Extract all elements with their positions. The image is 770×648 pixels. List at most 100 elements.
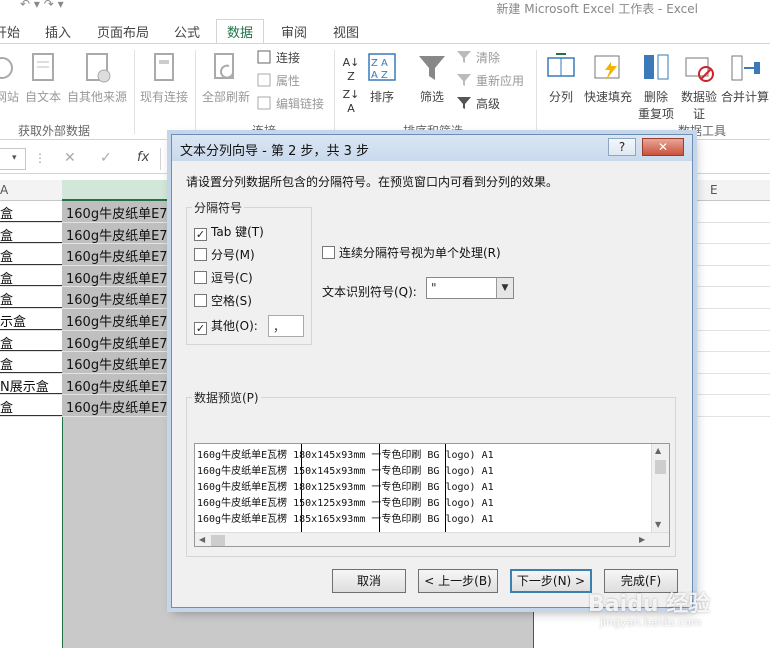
data-validation-label-2: 证 [692, 107, 705, 121]
ribbon: 网站 自文本 自其他来源 现有连接 获取外部数据 全部刷新 连接 属性 编辑链接… [0, 43, 770, 140]
more-options-icon: ⋮ [34, 151, 46, 165]
connections-button[interactable]: 连接 [256, 48, 300, 68]
consolidate-label: 合并计算 [720, 90, 769, 104]
cell-a[interactable]: 示盒 [0, 309, 62, 330]
cell-b[interactable]: 160g牛皮纸单E7 [62, 395, 172, 416]
edit-links-label: 编辑链接 [276, 97, 325, 111]
scroll-down-icon[interactable]: ▼ [655, 520, 661, 529]
cell-a[interactable]: 盒 [0, 244, 62, 265]
data-validation-label-1: 数据验 [680, 90, 717, 104]
column-header-a[interactable]: A [0, 183, 8, 197]
cell-b[interactable]: 160g牛皮纸单E7 [62, 330, 172, 352]
name-box-dropdown-icon[interactable]: ▾ [12, 153, 17, 163]
tab-home[interactable]: 开始 [0, 22, 20, 41]
cell-b[interactable]: 160g牛皮纸单E7 [62, 373, 172, 395]
scroll-left-icon[interactable]: ◀ [199, 535, 205, 544]
edit-links-button[interactable]: 编辑链接 [256, 94, 324, 114]
insert-function-icon[interactable]: fx [137, 150, 149, 165]
instruction-text: 请设置分列数据所包含的分隔符号。在预览窗口内可看到分列的效果。 [186, 175, 559, 189]
other-delimiter-input[interactable]: ， [268, 315, 304, 337]
cell-b[interactable]: 160g牛皮纸单E7 [62, 309, 172, 330]
sort-za-icon: Z↓ A [342, 88, 360, 115]
next-button[interactable]: 下一步(N) > [510, 569, 592, 593]
chevron-down-icon[interactable]: ▼ [496, 278, 513, 298]
cell-a[interactable]: 盒 [0, 395, 62, 416]
tab-formulas[interactable]: 公式 [174, 22, 200, 41]
scrollbar-thumb[interactable] [655, 460, 666, 474]
cell-b[interactable]: 160g牛皮纸单E7 [62, 287, 172, 308]
advanced-button[interactable]: 高级 [456, 94, 500, 114]
filter-button[interactable]: 筛选 [414, 52, 450, 105]
flash-fill-icon [593, 52, 623, 84]
data-preview-area[interactable]: 160g牛皮纸单E瓦楞 180x145x93mm 一专色印刷 BG logo) … [194, 443, 670, 547]
reapply-label: 重新应用 [476, 74, 525, 88]
space-checkbox[interactable]: 空格(S) [194, 293, 252, 311]
data-validation-button[interactable]: 数据验 证 [678, 52, 720, 122]
preview-horizontal-scrollbar[interactable]: ◀ ▶ [195, 532, 669, 546]
consecutive-delimiters-checkbox[interactable]: 连续分隔符号视为单个处理(R) [322, 245, 501, 263]
text-to-columns-icon [546, 52, 576, 84]
properties-button[interactable]: 属性 [256, 71, 300, 91]
text-to-columns-dialog: 文本分列向导 - 第 2 步，共 3 步 ? ✕ 请设置分列数据所包含的分隔符号… [171, 134, 693, 608]
cell-a[interactable]: 盒 [0, 266, 62, 287]
title-bar: ↶ ▾ ↷ ▾ 新建 Microsoft Excel 工作表 - Excel [0, 0, 770, 16]
cell-b[interactable]: 160g牛皮纸单E7 [62, 265, 172, 287]
existing-connections-button[interactable]: 现有连接 [138, 52, 190, 105]
tab-checkbox[interactable]: ✓ Tab 键(T) [194, 224, 264, 242]
tab-view[interactable]: 视图 [333, 22, 359, 41]
checkbox-box [194, 294, 207, 307]
other-checkbox[interactable]: ✓ 其他(O): [194, 318, 258, 336]
semicolon-checkbox[interactable]: 分号(M) [194, 247, 255, 265]
preview-vertical-scrollbar[interactable]: ▲ ▼ [651, 444, 669, 532]
tab-review[interactable]: 审阅 [281, 22, 307, 41]
text-to-columns-button[interactable]: 分列 [542, 52, 580, 105]
svg-text:Z A: Z A [371, 58, 388, 69]
cell-b[interactable]: 160g牛皮纸单E7 [62, 244, 172, 265]
cell-b[interactable]: 160g牛皮纸单E7 [62, 222, 172, 244]
back-button[interactable]: < 上一步(B) [418, 569, 498, 593]
flash-fill-button[interactable]: 快速填充 [583, 52, 633, 105]
tab-page-layout[interactable]: 页面布局 [97, 22, 149, 41]
cell-a[interactable]: N展示盒 [0, 374, 62, 395]
scroll-up-icon[interactable]: ▲ [655, 446, 661, 455]
cell-a[interactable]: 盒 [0, 331, 62, 352]
tab-insert[interactable]: 插入 [45, 22, 71, 41]
cell-a[interactable]: 盒 [0, 201, 62, 222]
from-web-button[interactable]: 网站 [0, 52, 22, 105]
cell-b[interactable]: 160g牛皮纸单E7 [62, 201, 172, 222]
from-text-button[interactable]: 自文本 [24, 52, 62, 105]
cell-a[interactable]: 盒 [0, 352, 62, 373]
help-button[interactable]: ? [608, 138, 636, 156]
from-other-sources-label: 自其他来源 [66, 90, 127, 104]
watermark-logo: Baidu 经验 [588, 592, 711, 617]
close-button[interactable]: ✕ [642, 138, 684, 156]
data-validation-icon [684, 52, 714, 84]
from-text-label: 自文本 [24, 90, 61, 104]
clear-label: 清除 [476, 51, 501, 65]
refresh-icon [211, 52, 241, 84]
refresh-all-button[interactable]: 全部刷新 [200, 52, 252, 105]
sort-za-button[interactable]: Z↓ A [340, 88, 362, 116]
scroll-right-icon[interactable]: ▶ [639, 535, 645, 544]
scrollbar-thumb[interactable] [211, 535, 225, 546]
cell-a[interactable]: 盒 [0, 287, 62, 308]
reapply-button[interactable]: 重新应用 [456, 71, 524, 91]
tab-data[interactable]: 数据 [216, 19, 265, 44]
from-other-sources-button[interactable]: 自其他来源 [66, 52, 128, 105]
comma-checkbox[interactable]: 逗号(C) [194, 270, 253, 288]
remove-duplicates-button[interactable]: 删除 重复项 [636, 52, 676, 122]
cancel-button[interactable]: 取消 [332, 569, 406, 593]
clear-button[interactable]: 清除 [456, 48, 500, 68]
cancel-entry-icon[interactable]: ✕ [64, 150, 76, 166]
name-box[interactable]: ▾ [0, 148, 26, 170]
semicolon-checkbox-label: 分号(M) [211, 248, 255, 262]
cell-b[interactable]: 160g牛皮纸单E7 [62, 352, 172, 373]
confirm-entry-icon[interactable]: ✓ [100, 150, 112, 166]
consolidate-button[interactable]: 合并计算 [720, 52, 770, 105]
undo-redo-icon[interactable]: ↶ ▾ ↷ ▾ [20, 0, 64, 11]
column-header-e[interactable]: E [710, 183, 718, 197]
sort-az-icon: A↓ Z [342, 56, 360, 83]
sort-button[interactable]: Z AA Z 排序 [364, 52, 400, 105]
cell-a[interactable]: 盒 [0, 223, 62, 244]
sort-az-button[interactable]: A↓ Z [340, 56, 362, 84]
